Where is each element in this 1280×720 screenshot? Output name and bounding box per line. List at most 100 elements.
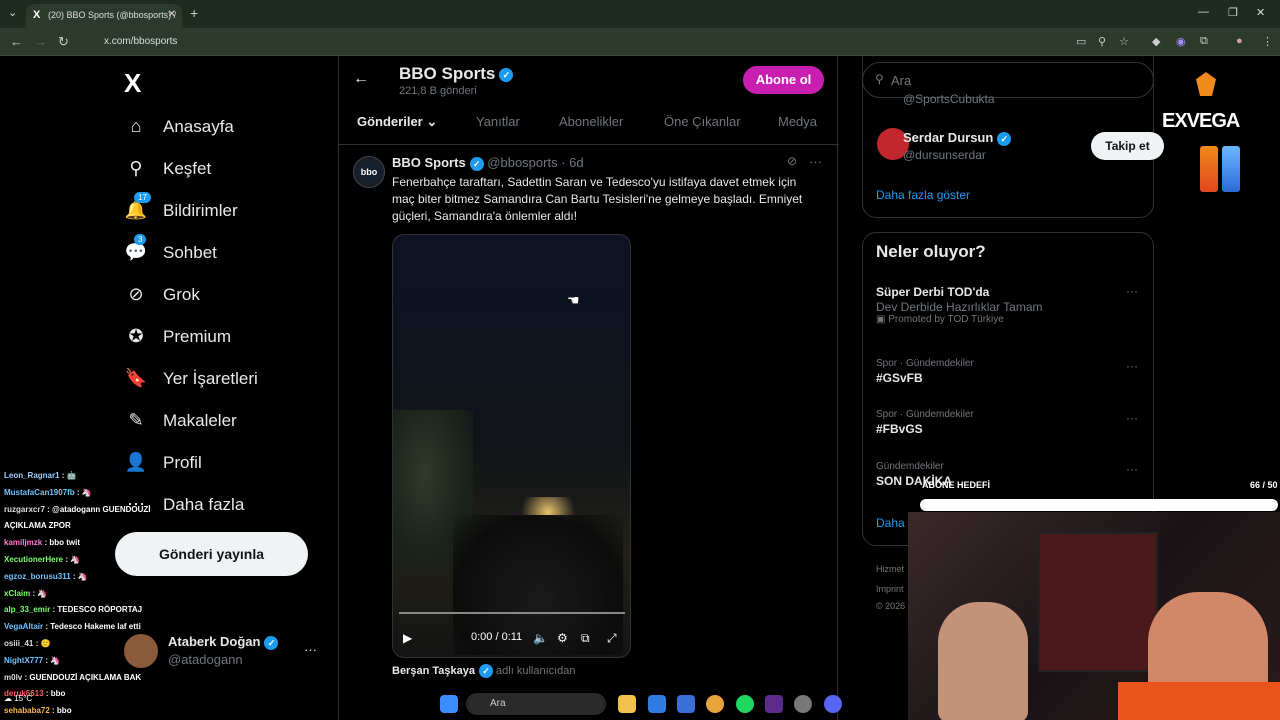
fullscreen-icon[interactable]: ⤢ <box>607 631 617 646</box>
file-explorer-icon[interactable] <box>618 695 636 713</box>
tab-posts[interactable]: Gönderiler ⌄ <box>357 114 437 130</box>
sidebar-item-home[interactable]: ⌂ Anasayfa <box>124 116 234 137</box>
follow-name[interactable]: Serdar Dursun ✓ <box>903 130 1012 146</box>
puzzle-icon[interactable]: ⧉ <box>1200 35 1208 48</box>
stream-chat: Leon_Ragnar1 : 🤖 MustafaCan1907fb : 🦄 ruzg… <box>0 468 170 720</box>
search-icon: ⚲ <box>129 158 143 178</box>
new-tab-button[interactable]: + <box>190 5 198 21</box>
back-arrow-icon[interactable]: ← <box>353 70 369 88</box>
minimize-icon[interactable]: — <box>1198 6 1209 18</box>
address-bar[interactable]: x.com/bbosports <box>82 32 1082 52</box>
chat-text: bbo twit <box>49 538 81 548</box>
tab-subscriptions[interactable]: Abonelikler <box>559 114 623 129</box>
chat-username[interactable]: egzoz_borusu311 <box>4 572 71 581</box>
follow-button[interactable]: Takip et <box>1091 132 1164 160</box>
footer-link[interactable]: Hizmet <box>876 564 904 574</box>
sidebar-item-explore[interactable]: ⚲ Keşfet <box>124 158 211 179</box>
tweet-author[interactable]: BBO Sports <box>392 155 466 170</box>
settings-icon[interactable]: ⚙ <box>557 631 568 645</box>
chat-username[interactable]: XecutionerHere <box>4 555 63 564</box>
sidebar-item-grok[interactable]: ⊘ Grok <box>124 284 199 305</box>
trend-item[interactable]: Spor · Gündemdekiler #GSvFB <box>876 357 974 386</box>
restore-icon[interactable]: ❐ <box>1228 6 1238 19</box>
chat-username[interactable]: osiii_41 <box>4 639 33 648</box>
extension2-icon[interactable]: ◉ <box>1176 35 1186 48</box>
zoom-icon[interactable]: ⚲ <box>1098 35 1106 48</box>
quoted-author-name[interactable]: Berşan Taşkaya <box>392 665 475 677</box>
video-time: 0:00 / 0:11 <box>471 631 523 643</box>
account-name[interactable]: Ataberk Doğan ✓ <box>168 634 279 650</box>
chat-message: ruzgarxcr7 : @atadogann GUENDOUZİ AÇIKLA… <box>4 502 170 536</box>
chat-username[interactable]: ruzgarxcr7 <box>4 505 45 514</box>
trend-item[interactable]: Spor · Gündemdekiler #FBvGS <box>876 408 974 437</box>
tab-media[interactable]: Medya <box>778 114 817 129</box>
spotify-icon[interactable] <box>736 695 754 713</box>
tweet-video[interactable]: ▶ 0:00 / 0:11 🔈 ⚙ ⧉ ⤢ <box>392 234 631 658</box>
profile-avatar-icon[interactable]: ● <box>1236 35 1243 47</box>
next-icon[interactable] <box>765 695 783 713</box>
trend-more-icon[interactable]: ··· <box>1126 462 1138 476</box>
sidebar-item-bookmarks[interactable]: 🔖 Yer İşaretleri <box>124 368 258 389</box>
chat-username[interactable]: Leon_Ragnar1 <box>4 471 60 480</box>
trend-more-icon[interactable]: ··· <box>1126 359 1138 373</box>
bookmark-star-icon[interactable]: ☆ <box>1119 35 1129 48</box>
article-icon: ✎ <box>128 410 144 430</box>
chat-username[interactable]: NightX777 <box>4 656 43 665</box>
subscribe-button[interactable]: Abone ol <box>743 66 824 94</box>
bookmark-icon: 🔖 <box>124 368 148 388</box>
tab-replies[interactable]: Yanıtlar <box>476 114 520 129</box>
chat-username[interactable]: kamiljmzk <box>4 538 42 547</box>
pip-icon[interactable]: ⧉ <box>581 631 590 646</box>
windows-start-icon[interactable] <box>440 695 458 713</box>
back-icon[interactable]: ← <box>10 34 23 49</box>
chat-username[interactable]: alp_33_emir <box>4 605 50 614</box>
posts-count: 221,8 B gönderi <box>399 85 477 97</box>
steam-icon[interactable] <box>794 695 812 713</box>
menu-icon[interactable]: ⋮ <box>1262 35 1273 48</box>
footer-link[interactable]: Imprint <box>876 584 904 594</box>
tab-list-icon[interactable]: ⌄ <box>8 6 17 19</box>
weather-widget[interactable]: ☁ 15°C <box>4 694 32 703</box>
taskbar-search[interactable]: Ara <box>466 693 606 715</box>
extension-icon[interactable]: ◆ <box>1152 35 1160 48</box>
chat-text: GUENDOUZİ AÇIKLAMA BAK <box>29 672 142 682</box>
grok-explain-icon[interactable]: ⊘ <box>787 154 797 168</box>
taskbar-search-label: Ara <box>490 698 506 709</box>
account-more-icon[interactable]: ··· <box>304 642 317 657</box>
trend-more-icon[interactable]: ··· <box>1126 284 1138 298</box>
premium-icon: ✪ <box>128 326 144 346</box>
chat-username[interactable]: VegaAltair <box>4 622 43 631</box>
show-more-link[interactable]: Daha fazla göster <box>876 188 970 202</box>
play-icon[interactable]: ▶ <box>403 631 412 645</box>
store-icon[interactable] <box>648 695 666 713</box>
reload-icon[interactable]: ↻ <box>58 34 69 50</box>
discord-icon[interactable] <box>824 695 842 713</box>
window-close-icon[interactable]: ✕ <box>1256 6 1265 19</box>
mail-icon[interactable] <box>677 695 695 713</box>
browser-tab-strip: ⌄ X (20) BBO Sports (@bbosports) / ✕ + —… <box>0 0 1280 28</box>
chat-username[interactable]: MustafaCan1907fb <box>4 488 75 497</box>
cast-icon[interactable]: ▭ <box>1076 35 1086 48</box>
x-logo-icon[interactable]: X <box>124 68 141 99</box>
forward-icon[interactable]: → <box>34 34 47 49</box>
chat-username[interactable]: m0lv <box>4 673 22 682</box>
tweet-avatar[interactable]: bbo <box>353 156 385 188</box>
tweet-more-icon[interactable]: ··· <box>809 154 822 169</box>
sidebar-item-articles[interactable]: ✎ Makaleler <box>124 410 236 431</box>
verified-icon: ✓ <box>997 131 1012 146</box>
sidebar-item-premium[interactable]: ✪ Premium <box>124 326 231 347</box>
tab-highlights[interactable]: Öne Çıkanlar <box>664 114 741 129</box>
video-progress-bar[interactable] <box>399 612 625 614</box>
energy-cans-icon <box>1200 146 1240 192</box>
trend-item[interactable]: Süper Derbi TOD'da Dev Derbide Hazırlıkl… <box>876 284 1043 325</box>
sidebar-item-chat[interactable]: 💬 3 Sohbet <box>124 234 217 263</box>
browser-tab[interactable]: X (20) BBO Sports (@bbosports) / ✕ <box>26 4 182 28</box>
trends-more-link[interactable]: Daha <box>876 516 905 530</box>
chat-username[interactable]: xClaim <box>4 589 30 598</box>
chrome-icon[interactable] <box>706 695 724 713</box>
chat-text: 🦄 <box>70 554 81 564</box>
close-icon[interactable]: ✕ <box>168 9 176 20</box>
volume-icon[interactable]: 🔈 <box>533 631 548 645</box>
sidebar-item-notifications[interactable]: 🔔 17 Bildirimler <box>124 192 238 221</box>
trend-more-icon[interactable]: ··· <box>1126 411 1138 425</box>
